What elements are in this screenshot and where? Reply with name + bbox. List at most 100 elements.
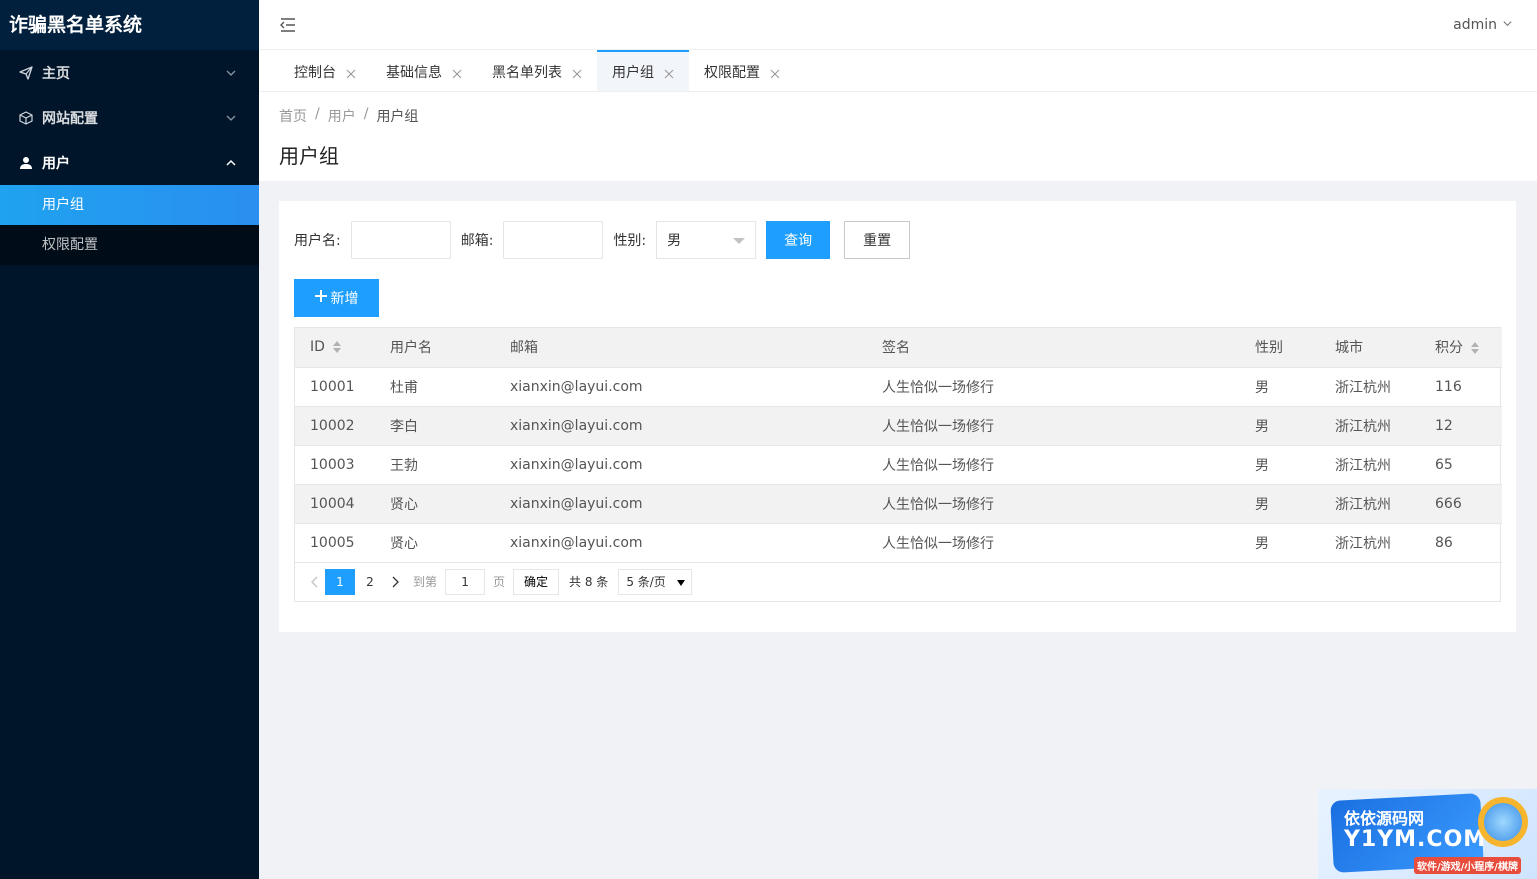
watermark-text-2: Y1YM.COM xyxy=(1344,827,1487,852)
page-number[interactable]: 1 xyxy=(325,568,355,595)
goto-page-input[interactable]: 1 xyxy=(445,568,486,595)
sidebar-subitem-user-group[interactable]: 用户组 xyxy=(0,185,259,225)
close-icon[interactable] xyxy=(346,67,356,78)
user-menu[interactable]: admin xyxy=(1453,0,1513,50)
chevron-down-icon xyxy=(225,67,237,79)
cell-email: xianxin@layui.com xyxy=(495,445,867,485)
breadcrumb-separator: / xyxy=(363,106,369,122)
email-input[interactable] xyxy=(503,221,604,259)
breadcrumb-separator: / xyxy=(315,106,320,122)
cell-signature: 人生恰似一场修行 xyxy=(867,367,1240,407)
column-header-city: 城市 xyxy=(1320,328,1420,368)
sort-icon[interactable] xyxy=(1471,342,1479,355)
table-row[interactable]: 10004 贤心 xianxin@layui.com 人生恰似一场修行 男 浙江… xyxy=(295,484,1502,524)
breadcrumb-current: 用户组 xyxy=(376,109,419,125)
cell-gender: 男 xyxy=(1240,484,1320,524)
sidebar-item-label: 网站配置 xyxy=(42,110,98,127)
cell-city: 浙江杭州 xyxy=(1320,523,1420,563)
watermark-logo: 依依源码网 Y1YM.COM 软件/游戏/小程序/棋牌 xyxy=(1318,789,1537,879)
table-row[interactable]: 10001 杜甫 xianxin@layui.com 人生恰似一场修行 男 浙江… xyxy=(295,367,1502,407)
close-icon[interactable] xyxy=(452,67,462,78)
close-icon[interactable] xyxy=(770,67,780,78)
cell-id: 10005 xyxy=(295,523,375,563)
cell-signature: 人生恰似一场修行 xyxy=(867,484,1240,524)
tab-basic-info[interactable]: 基础信息 xyxy=(371,50,477,91)
cell-city: 浙江杭州 xyxy=(1320,445,1420,485)
cell-email: xianxin@layui.com xyxy=(495,523,867,563)
close-icon[interactable] xyxy=(664,67,674,78)
page-header: 首页 / 用户 / 用户组 用户组 xyxy=(259,92,1537,181)
cell-score: 116 xyxy=(1420,367,1502,407)
tab-permissions[interactable]: 权限配置 xyxy=(689,50,795,91)
sidebar: 诈骗黑名单系统 主页 网站配置 用户 用户组 权限配置 xyxy=(0,0,259,879)
page-tabs: 控制台 基础信息 黑名单列表 用户组 权限配置 xyxy=(259,50,1537,92)
cell-score: 65 xyxy=(1420,445,1502,485)
prev-page-icon[interactable] xyxy=(305,569,325,595)
cell-gender: 男 xyxy=(1240,523,1320,563)
cell-username: 杜甫 xyxy=(375,367,495,407)
sort-icon[interactable] xyxy=(332,341,341,354)
tab-console[interactable]: 控制台 xyxy=(279,50,371,91)
tab-blacklist[interactable]: 黑名单列表 xyxy=(477,50,597,91)
column-header-username: 用户名 xyxy=(375,328,495,368)
cell-city: 浙江杭州 xyxy=(1320,484,1420,524)
cell-score: 12 xyxy=(1420,406,1502,446)
pagination: 1 2 到第 1 页 确定 共 8 条 5 条/页 xyxy=(295,562,1500,601)
sidebar-item-label: 主页 xyxy=(42,65,70,82)
breadcrumb-section[interactable]: 用户 xyxy=(328,106,356,126)
tab-label: 基础信息 xyxy=(386,64,442,81)
cell-signature: 人生恰似一场修行 xyxy=(867,445,1240,485)
plus-icon xyxy=(314,290,327,306)
add-button-label: 新增 xyxy=(330,291,359,307)
cell-id: 10002 xyxy=(295,406,375,446)
user-submenu: 用户组 权限配置 xyxy=(0,185,259,265)
goto-confirm-button[interactable]: 确定 xyxy=(513,568,560,595)
tab-label: 黑名单列表 xyxy=(492,64,562,81)
caret-down-icon xyxy=(733,238,746,244)
magnifier-icon xyxy=(1478,797,1528,847)
tab-user-group[interactable]: 用户组 xyxy=(597,50,689,91)
menu-collapse-icon[interactable] xyxy=(279,16,297,34)
page-number[interactable]: 2 xyxy=(355,569,385,595)
column-header-id[interactable]: ID xyxy=(295,328,375,368)
cell-gender: 男 xyxy=(1240,406,1320,446)
page-unit-label: 页 xyxy=(493,575,506,589)
username-label: admin xyxy=(1453,17,1497,33)
next-page-icon[interactable] xyxy=(385,569,405,595)
column-header-email: 邮箱 xyxy=(495,328,867,368)
content-card: 用户名: 邮箱: 性别: 男 查询 重置 新增 ID 用户名 邮箱 签名 性别 … xyxy=(279,201,1516,632)
breadcrumb-home[interactable]: 首页 xyxy=(279,106,307,126)
search-button[interactable]: 查询 xyxy=(766,221,831,259)
sidebar-item-label: 用户 xyxy=(42,155,70,172)
cell-signature: 人生恰似一场修行 xyxy=(867,523,1240,563)
email-filter-label: 邮箱: xyxy=(460,233,494,249)
sidebar-item-home[interactable]: 主页 xyxy=(0,50,259,95)
add-button[interactable]: 新增 xyxy=(294,279,379,317)
cell-id: 10003 xyxy=(295,445,375,485)
username-input[interactable] xyxy=(350,221,451,259)
cell-email: xianxin@layui.com xyxy=(495,484,867,524)
cell-email: xianxin@layui.com xyxy=(495,406,867,446)
cell-signature: 人生恰似一场修行 xyxy=(867,406,1240,446)
sidebar-item-user[interactable]: 用户 xyxy=(0,140,259,185)
reset-button[interactable]: 重置 xyxy=(844,221,911,259)
table-row[interactable]: 10003 王勃 xianxin@layui.com 人生恰似一场修行 男 浙江… xyxy=(295,445,1502,485)
sidebar-subitem-permissions[interactable]: 权限配置 xyxy=(0,225,259,265)
cell-score: 666 xyxy=(1420,484,1502,524)
table-row[interactable]: 10002 李白 xianxin@layui.com 人生恰似一场修行 男 浙江… xyxy=(295,406,1502,446)
paper-plane-icon xyxy=(18,65,34,81)
watermark-text-3: 软件/游戏/小程序/棋牌 xyxy=(1414,857,1521,874)
watermark-text-1: 依依源码网 xyxy=(1344,809,1425,828)
cell-id: 10004 xyxy=(295,484,375,524)
cell-id: 10001 xyxy=(295,367,375,407)
gender-filter-label: 性别: xyxy=(613,233,647,249)
cell-score: 86 xyxy=(1420,523,1502,563)
gender-select[interactable]: 男 xyxy=(656,221,757,259)
page-size-select[interactable]: 5 条/页 xyxy=(618,568,693,595)
user-table: ID 用户名 邮箱 签名 性别 城市 积分 10001 杜甫 xianxin@l… xyxy=(294,327,1502,602)
close-icon[interactable] xyxy=(572,67,582,78)
column-header-score[interactable]: 积分 xyxy=(1420,328,1502,368)
username-filter-label: 用户名: xyxy=(294,233,341,249)
table-row[interactable]: 10005 贤心 xianxin@layui.com 人生恰似一场修行 男 浙江… xyxy=(295,523,1502,563)
sidebar-item-site-config[interactable]: 网站配置 xyxy=(0,95,259,140)
